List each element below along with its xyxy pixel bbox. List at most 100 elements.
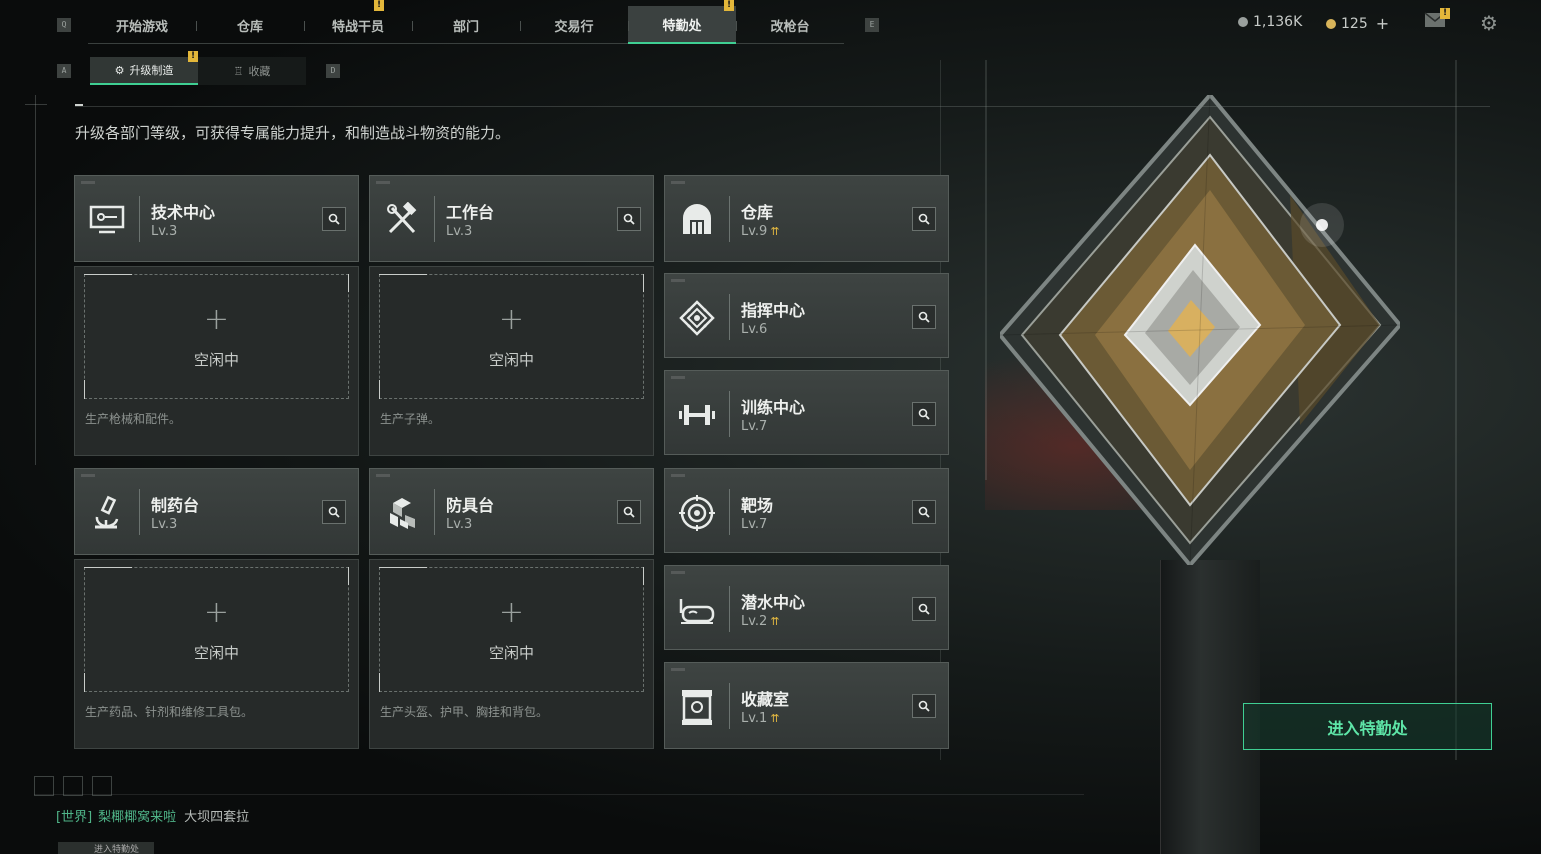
command-icon xyxy=(675,296,719,340)
tab-label: 交易行 xyxy=(554,19,594,35)
card-title: 工作台 xyxy=(446,203,495,222)
slot-description: 生产枪械和配件。 xyxy=(85,412,182,426)
trophy-icon: ♖ xyxy=(233,64,244,78)
department-card-shooting-range[interactable]: 靶场 Lv.7 xyxy=(664,468,949,553)
main-nav: 开始游戏 仓库 特战干员! 部门 交易行 特勤处! 改枪台 xyxy=(88,0,844,44)
chat-divider xyxy=(34,794,1084,795)
card-corner-mark xyxy=(671,376,685,379)
level-text: Lv.6 xyxy=(741,322,768,337)
tab-collection[interactable]: ♖ 收藏 xyxy=(198,57,306,85)
card-separator xyxy=(139,489,140,535)
production-slot-armor-bench[interactable]: + 空闲中 生产头盔、护甲、胸挂和背包。 xyxy=(369,559,654,749)
chat-tool-button[interactable] xyxy=(92,776,112,796)
nav-prev-key-hint[interactable]: Q xyxy=(57,18,71,32)
upgrade-available-icon: ⇈ xyxy=(770,712,779,725)
inspect-button[interactable] xyxy=(912,694,936,718)
inspect-button[interactable] xyxy=(617,207,641,231)
card-separator xyxy=(434,489,435,535)
slot-status: 空闲中 xyxy=(193,644,239,662)
search-icon xyxy=(328,506,340,518)
department-card-collection-room[interactable]: 收藏室 Lv.1 ⇈ xyxy=(664,662,949,749)
chat-message[interactable]: [世界] 梨椰椰窝来啦 大坝四套拉 xyxy=(56,806,249,825)
chat-tool-button[interactable] xyxy=(34,776,54,796)
workshop-card-armor-bench[interactable]: 防具台 Lv.3 xyxy=(369,468,654,555)
slot-corner xyxy=(379,567,427,568)
settings-gear-icon[interactable]: ⚙ xyxy=(1480,11,1498,35)
subnav-next-key-hint[interactable]: D xyxy=(326,64,340,78)
slot-corner xyxy=(379,380,380,399)
enter-special-ops-button[interactable]: 进入特勤处 xyxy=(1243,703,1492,750)
dumbbell-icon xyxy=(675,393,719,437)
subnav-prev-key-hint[interactable]: A xyxy=(57,64,71,78)
card-level: Lv.7 xyxy=(741,517,767,532)
card-level: Lv.3 xyxy=(151,517,177,532)
card-corner-mark xyxy=(671,668,685,671)
search-icon xyxy=(918,506,930,518)
tab-warehouse[interactable]: 仓库 xyxy=(196,6,304,44)
inspect-button[interactable] xyxy=(617,500,641,524)
slot-status: 空闲中 xyxy=(488,644,534,662)
slot-corner xyxy=(643,567,644,585)
inspect-button[interactable] xyxy=(322,207,346,231)
card-separator xyxy=(729,489,730,535)
tab-gunsmith[interactable]: 改枪台 xyxy=(736,6,844,44)
chat-sender[interactable]: 梨椰椰窝来啦 xyxy=(98,810,176,825)
card-separator xyxy=(139,196,140,242)
upgrade-available-icon: ⇈ xyxy=(770,225,779,238)
monitor-icon xyxy=(85,198,129,242)
card-level: Lv.7 xyxy=(741,419,767,434)
inspect-button[interactable] xyxy=(322,500,346,524)
mail-button[interactable]: ! xyxy=(1424,8,1450,28)
collection-icon xyxy=(675,685,719,729)
divider-mark xyxy=(75,104,83,106)
workshop-card-pharmacy[interactable]: 制药台 Lv.3 xyxy=(74,468,359,555)
workshop-card-workbench[interactable]: 工作台 Lv.3 xyxy=(369,175,654,262)
slot-corner xyxy=(348,567,349,585)
tab-operators[interactable]: 特战干员! xyxy=(304,0,412,44)
card-title: 训练中心 xyxy=(741,398,806,417)
card-title: 仓库 xyxy=(741,203,774,222)
production-slot-workbench[interactable]: + 空闲中 生产子弹。 xyxy=(369,266,654,456)
production-slot-tech-center[interactable]: + 空闲中 生产枪械和配件。 xyxy=(74,266,359,456)
chat-channel: [世界] xyxy=(56,810,93,825)
inspect-button[interactable] xyxy=(912,500,936,524)
currency-gold[interactable]: 125 + xyxy=(1326,14,1389,33)
tab-departments[interactable]: 部门 xyxy=(412,6,520,44)
inspect-button[interactable] xyxy=(912,305,936,329)
production-slot-pharmacy[interactable]: + 空闲中 生产药品、针剂和维修工具包。 xyxy=(74,559,359,749)
level-text: Lv.3 xyxy=(151,517,178,532)
department-card-warehouse[interactable]: 仓库 Lv.9 ⇈ xyxy=(664,175,949,262)
department-card-command-center[interactable]: 指挥中心 Lv.6 xyxy=(664,273,949,358)
card-title: 靶场 xyxy=(741,496,774,515)
inspect-button[interactable] xyxy=(912,597,936,621)
card-title: 潜水中心 xyxy=(741,593,806,612)
slot-description: 生产头盔、护甲、胸挂和背包。 xyxy=(380,705,549,719)
card-corner-mark xyxy=(671,181,685,184)
bottom-shortcut-button[interactable]: 进入特勤处 xyxy=(58,842,154,854)
tab-trading[interactable]: 交易行 xyxy=(520,6,628,44)
tab-special-ops[interactable]: 特勤处! xyxy=(628,0,736,44)
card-separator xyxy=(434,196,435,242)
tab-upgrade-craft[interactable]: ⚙ 升级制造 ! xyxy=(90,51,198,85)
gear-icon: ⚙ xyxy=(114,63,125,77)
card-level: Lv.3 xyxy=(151,224,177,239)
card-corner-mark xyxy=(376,181,390,184)
chat-tool-button[interactable] xyxy=(63,776,83,796)
slot-corner xyxy=(84,380,85,399)
chat-text: 大坝四套拉 xyxy=(184,810,250,825)
search-icon xyxy=(918,213,930,225)
tab-label: 改枪台 xyxy=(770,19,810,35)
tab-label: 仓库 xyxy=(236,19,263,35)
search-icon xyxy=(918,603,930,615)
nav-next-key-hint[interactable]: E xyxy=(865,18,879,32)
workshop-card-tech-center[interactable]: 技术中心 Lv.3 xyxy=(74,175,359,262)
inspect-button[interactable] xyxy=(912,402,936,426)
inspect-button[interactable] xyxy=(912,207,936,231)
microscope-icon xyxy=(85,491,129,535)
department-card-training-center[interactable]: 训练中心 Lv.7 xyxy=(664,370,949,455)
add-currency-button[interactable]: + xyxy=(1376,14,1389,33)
tab-start-game[interactable]: 开始游戏 xyxy=(88,6,196,44)
slot-corner xyxy=(84,567,132,568)
department-card-diving-center[interactable]: 潜水中心 Lv.2 ⇈ xyxy=(664,565,949,650)
card-title: 技术中心 xyxy=(151,203,216,222)
